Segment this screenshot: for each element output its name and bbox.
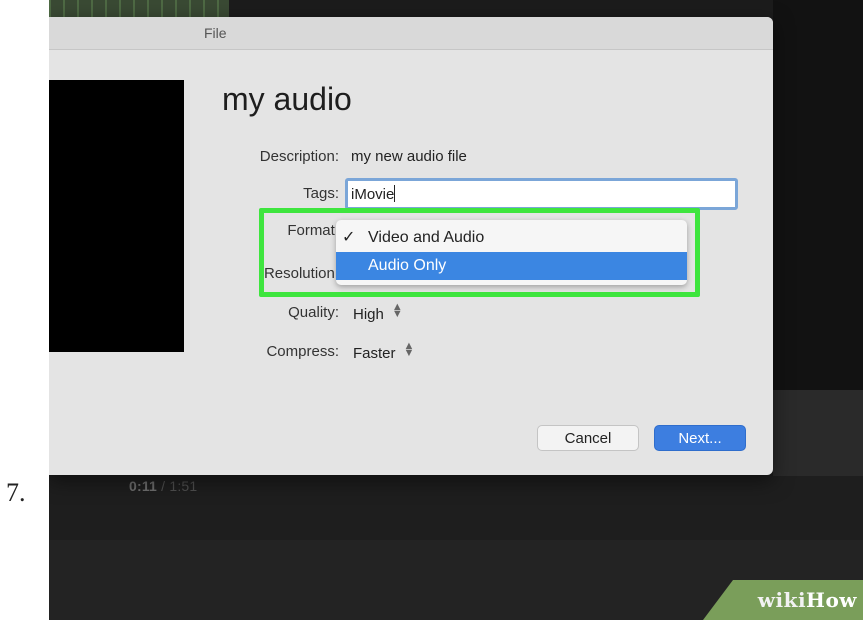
tags-input-value: iMovie (351, 186, 395, 203)
format-option-video-and-audio[interactable]: ✓ Video and Audio (336, 224, 687, 252)
step-number: 7. (6, 478, 26, 507)
description-value[interactable]: my new audio file (351, 148, 467, 165)
cancel-button[interactable]: Cancel (537, 425, 639, 451)
timecode-separator: / (157, 478, 170, 494)
dialog-titlebar: File (49, 17, 773, 50)
compress-select[interactable]: Faster ▲ ▼ (353, 340, 415, 363)
format-dropdown-menu: ✓ Video and Audio Audio Only (336, 220, 687, 285)
timecode-current: 0:11 (129, 478, 158, 494)
up-down-arrows-icon: ▲ ▼ (391, 301, 403, 320)
text-caret (394, 185, 396, 202)
project-name-title[interactable]: my audio (222, 81, 352, 118)
format-option-label: Video and Audio (368, 229, 485, 246)
background-timeline-strip (49, 0, 229, 18)
video-preview-thumbnail (49, 80, 184, 352)
format-option-label: Audio Only (368, 257, 447, 274)
tags-label: Tags: (303, 185, 339, 202)
tags-input[interactable]: iMovie (345, 178, 738, 210)
background-lower-strip (773, 390, 863, 476)
share-file-dialog: File my audio Description: my new audio … (49, 17, 773, 475)
compress-value: Faster (353, 345, 396, 362)
quality-value: High (353, 306, 384, 323)
checkmark-icon: ✓ (342, 229, 356, 246)
up-down-arrows-icon: ▲ ▼ (403, 340, 415, 359)
quality-label: Quality: (288, 304, 339, 321)
description-label: Description: (259, 148, 339, 165)
compress-label: Compress: (266, 343, 339, 360)
quality-select[interactable]: High ▲ ▼ (353, 301, 403, 324)
background-right-panel (773, 0, 863, 390)
format-option-audio-only[interactable]: Audio Only (336, 252, 687, 280)
next-button[interactable]: Next... (654, 425, 746, 451)
watermark-how: How (806, 588, 857, 612)
screenshot-frame: 0:11 / 1:51 wiki How File my audio Descri… (49, 0, 863, 620)
timecode-total: 1:51 (169, 478, 198, 494)
watermark-wiki: wiki (757, 588, 807, 612)
dialog-title: File (204, 25, 227, 41)
playback-timecode: 0:11 / 1:51 (129, 478, 197, 494)
